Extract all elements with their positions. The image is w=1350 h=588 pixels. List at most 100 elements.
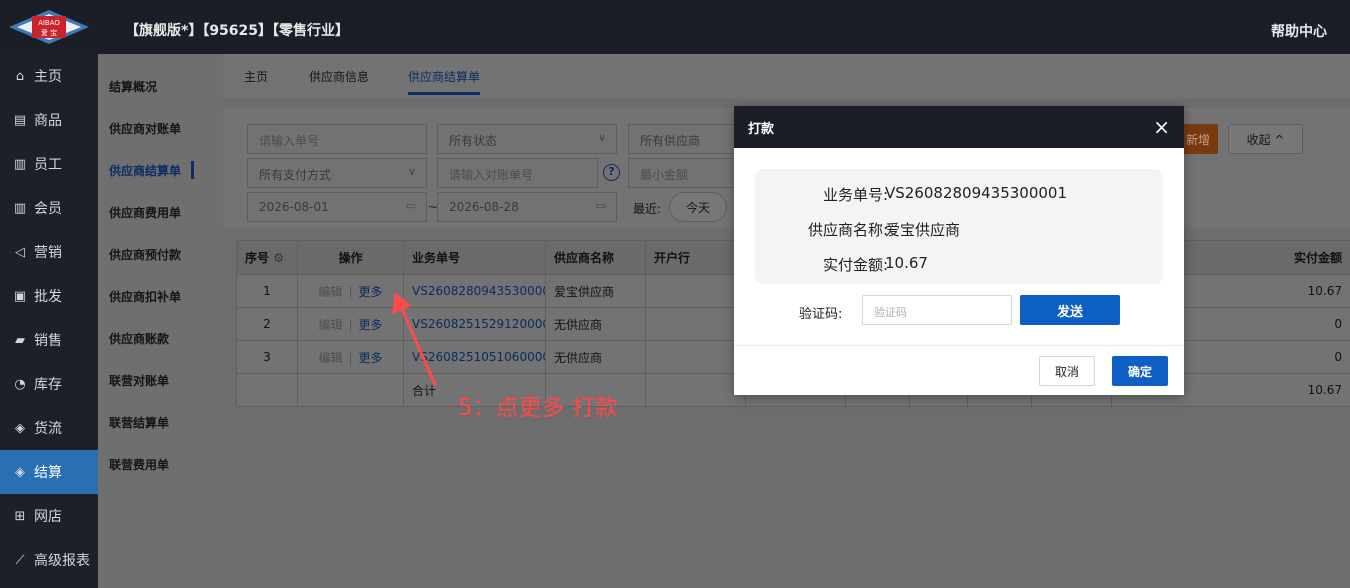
- date-start-input[interactable]: 2026-08-01 ▭: [247, 192, 427, 222]
- sidebar-item-member[interactable]: ▥ 会员: [0, 186, 98, 230]
- sidebar-item-label: 会员: [34, 201, 62, 217]
- sidebar-item-goods[interactable]: ▤ 商品: [0, 98, 98, 142]
- subnav-item[interactable]: 联营费用单: [98, 443, 223, 485]
- send-code-button[interactable]: 发送: [1020, 295, 1120, 325]
- date-end-input[interactable]: 2026-08-28 ▭: [437, 192, 617, 222]
- subnav-item-label: 供应商结算单: [109, 163, 182, 178]
- action-divider: |: [348, 317, 353, 332]
- subnav-item[interactable]: 供应商费用单: [98, 191, 223, 233]
- action-divider: |: [348, 284, 353, 299]
- cell: [645, 373, 746, 407]
- dialog-divider: [734, 345, 1184, 346]
- payment-dialog: 打款 × 业务单号: VS26082809435300001 供应商名称: 爱宝供应…: [734, 106, 1184, 395]
- pay-method-select[interactable]: 所有支付方式 ∨: [247, 158, 427, 188]
- bank-cell: [645, 274, 746, 308]
- order-no-input[interactable]: 请输入单号: [247, 124, 427, 154]
- help-center-link[interactable]: 帮助中心: [1271, 21, 1327, 41]
- home-icon: ⌂: [15, 68, 25, 84]
- marketing-icon: ◁: [15, 244, 25, 260]
- dialog-header: 打款 ×: [734, 106, 1184, 148]
- sidebar-item-logistics[interactable]: ◈ 货流: [0, 406, 98, 450]
- status-select[interactable]: 所有状态 ∨: [437, 124, 617, 154]
- more-link[interactable]: 更多: [359, 318, 383, 332]
- shop-icon: ⊞: [14, 508, 26, 524]
- cancel-button[interactable]: 取消: [1039, 356, 1095, 386]
- paid-amount-value: 10.67: [885, 254, 928, 272]
- col-bank-header: 开户行: [645, 240, 746, 275]
- sidebar-item-label: 主页: [34, 69, 62, 85]
- sidebar-item-shop[interactable]: ⊞ 网店: [0, 494, 98, 538]
- collapse-button[interactable]: 收起 ^: [1228, 124, 1303, 154]
- calendar-icon: ▭: [595, 199, 606, 212]
- confirm-button[interactable]: 确定: [1112, 356, 1168, 386]
- aibao-logo[interactable]: AIBAO 爱 宝: [9, 10, 89, 44]
- tab-home[interactable]: 主页: [244, 68, 268, 85]
- annotation-text: 5：点更多 打款: [458, 395, 618, 421]
- subnav-item[interactable]: 供应商扣补单: [98, 275, 223, 317]
- subnav-item-label: 供应商扣补单: [109, 289, 182, 304]
- edit-link[interactable]: 编辑: [318, 285, 342, 299]
- chevron-down-icon: ∨: [597, 131, 606, 144]
- subnav-item-label: 联营费用单: [109, 457, 170, 472]
- row-index: 2: [236, 307, 298, 341]
- sidebar-item-label: 网店: [34, 509, 62, 525]
- verification-code-input[interactable]: 验证码: [862, 295, 1012, 325]
- min-amount-input[interactable]: 最小金额: [628, 158, 738, 188]
- bank-cell: [645, 307, 746, 341]
- col-supplier-header: 供应商名称: [545, 240, 646, 275]
- sidebar-item-label: 营销: [34, 245, 62, 261]
- edition-title: 【旗舰版*】【95625】【零售行业】: [125, 23, 350, 39]
- supplier-select[interactable]: 所有供应商: [628, 124, 738, 154]
- reconcile-no-input[interactable]: 请输入对账单号: [437, 158, 598, 188]
- col-order-header: 业务单号: [403, 240, 546, 275]
- sidebar-item-label: 商品: [34, 113, 62, 129]
- tab-supplier-settlement[interactable]: 供应商结算单: [408, 68, 481, 95]
- today-button[interactable]: 今天: [669, 192, 727, 222]
- subnav-item[interactable]: 供应商对账单: [98, 107, 223, 149]
- settlement-icon: ◈: [15, 464, 25, 480]
- row-index: 1: [236, 274, 298, 308]
- subnav-item-label: 联营结算单: [109, 415, 170, 430]
- more-link[interactable]: 更多: [359, 351, 383, 365]
- action-divider: |: [348, 350, 353, 365]
- sidebar-item-home[interactable]: ⌂ 主页: [0, 54, 98, 98]
- subnav-item-label: 结算概况: [109, 79, 158, 94]
- paid-amount-label: 实付金额:: [822, 256, 888, 274]
- inventory-icon: ◔: [14, 376, 26, 392]
- sidebar-item-report[interactable]: ⟋ 高级报表: [0, 538, 98, 582]
- wholesale-icon: ▣: [13, 288, 27, 304]
- close-icon[interactable]: ×: [1153, 117, 1170, 137]
- col-actions-header: 操作: [297, 240, 404, 275]
- sidebar-item-settlement[interactable]: ◈ 结算: [0, 450, 98, 494]
- more-link[interactable]: 更多: [359, 285, 383, 299]
- sidebar-item-sales[interactable]: ▰ 销售: [0, 318, 98, 362]
- edit-link[interactable]: 编辑: [318, 318, 342, 332]
- tab-supplier-info[interactable]: 供应商信息: [309, 68, 369, 85]
- annotation-arrow: [392, 292, 437, 386]
- sidebar-item-marketing[interactable]: ◁ 营销: [0, 230, 98, 274]
- subnav-item[interactable]: 联营对账单: [98, 359, 223, 401]
- staff-icon: ▥: [13, 156, 27, 172]
- supplier-name-value: 爱宝供应商: [885, 221, 961, 239]
- add-button[interactable]: 新增: [1178, 124, 1218, 154]
- subnav-item[interactable]: 结算概况: [98, 65, 223, 107]
- sidebar-item-inventory[interactable]: ◔ 库存: [0, 362, 98, 406]
- cell: [297, 373, 404, 407]
- sidebar-item-wholesale[interactable]: ▣ 批发: [0, 274, 98, 318]
- help-circle-icon[interactable]: ?: [603, 164, 620, 181]
- sidebar-item-label: 结算: [34, 465, 62, 481]
- subnav-item[interactable]: 供应商结算单: [98, 149, 223, 191]
- supplier-name-cell: 无供应商: [545, 340, 646, 374]
- payment-info-panel: 业务单号: VS26082809435300001 供应商名称: 爱宝供应商 实付金…: [755, 169, 1163, 284]
- col-index-header: 序号 ⚙: [236, 240, 298, 275]
- sidebar-item-staff[interactable]: ▥ 员工: [0, 142, 98, 186]
- edit-link[interactable]: 编辑: [318, 351, 342, 365]
- subnav-item-label: 联营对账单: [109, 373, 170, 388]
- subnav-item[interactable]: 供应商账款: [98, 317, 223, 359]
- wrench-icon[interactable]: ⚙: [273, 251, 284, 265]
- logo-text-top: AIBAO: [38, 19, 60, 27]
- subnav-item[interactable]: 联营结算单: [98, 401, 223, 443]
- supplier-name-cell: 爱宝供应商: [545, 274, 646, 308]
- row-actions: 编辑 | 更多: [297, 274, 404, 308]
- subnav-item[interactable]: 供应商预付款: [98, 233, 223, 275]
